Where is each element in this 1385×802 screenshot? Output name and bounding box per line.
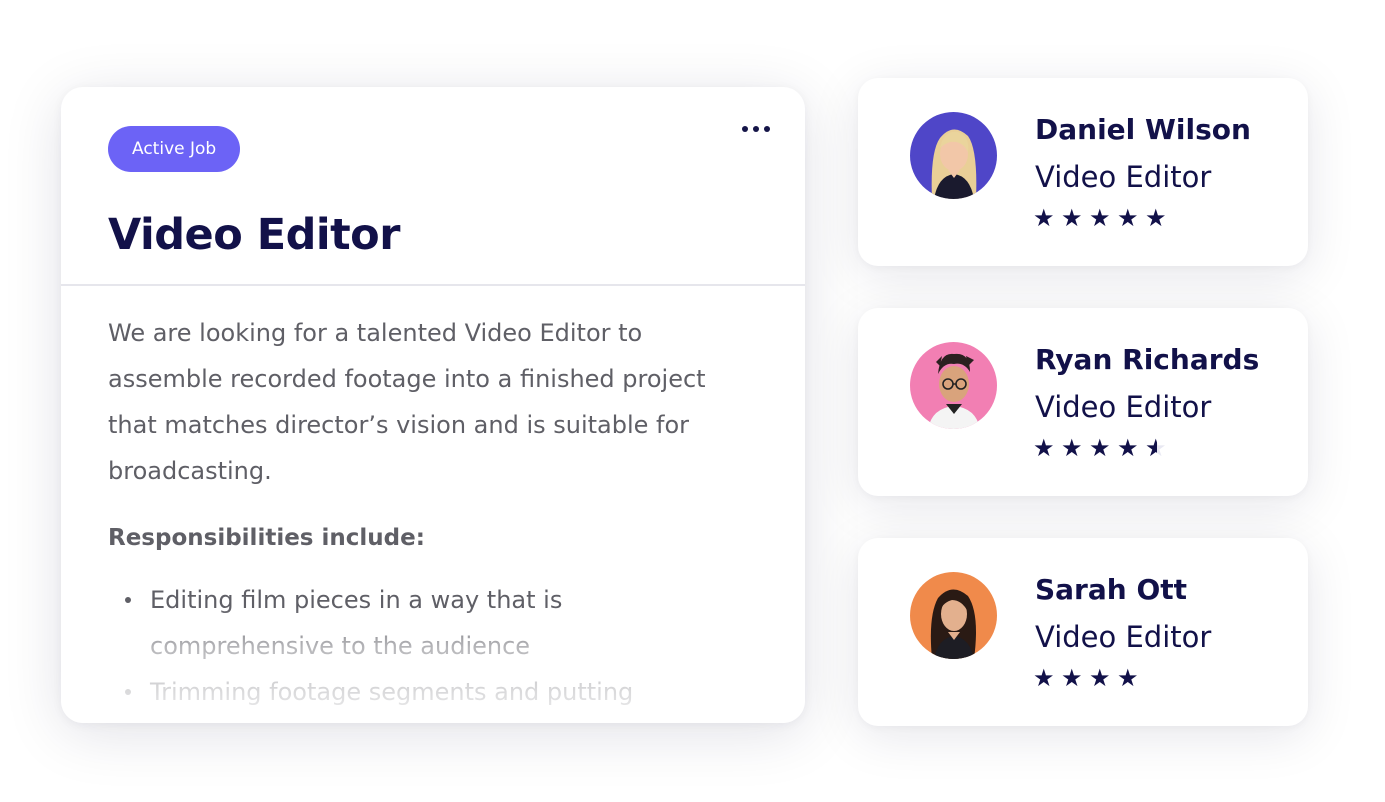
star-icon: ★ <box>1061 206 1085 230</box>
candidate-role: Video Editor <box>1035 620 1212 654</box>
star-rating: ★ ★ ★ ★ <box>1033 666 1141 696</box>
star-icon: ★ <box>1145 206 1169 230</box>
star-rating: ★ ★ ★ ★ ★ <box>1033 206 1169 236</box>
star-icon: ★ ★ <box>1145 436 1169 460</box>
star-icon: ★ <box>1033 436 1057 460</box>
list-item: Trimming footage segments and putting <box>108 669 748 715</box>
avatar <box>910 572 997 659</box>
more-horizontal-icon <box>742 126 748 132</box>
list-item: Editing film pieces in a way that is com… <box>108 577 748 669</box>
responsibilities-list: Editing film pieces in a way that is com… <box>108 577 748 715</box>
star-filled-part: ★ <box>1117 206 1139 230</box>
more-horizontal-icon-dot <box>753 126 759 132</box>
responsibility-text: Editing film pieces in a way that is com… <box>150 586 563 660</box>
job-description: We are looking for a talented Video Edit… <box>108 319 706 485</box>
star-icon: ★ <box>1061 436 1085 460</box>
star-filled-part: ★ <box>1033 666 1055 690</box>
job-card: Active Job Video Editor We are looking f… <box>61 87 805 723</box>
candidate-role: Video Editor <box>1035 160 1212 194</box>
avatar <box>910 112 997 199</box>
candidate-name: Sarah Ott <box>1035 573 1188 606</box>
star-rating: ★ ★ ★ ★ ★ ★ <box>1033 436 1169 466</box>
star-icon: ★ <box>1089 666 1113 690</box>
more-horizontal-icon-dot <box>764 126 770 132</box>
candidate-role: Video Editor <box>1035 390 1212 424</box>
bullet-icon <box>125 597 131 603</box>
more-options-button[interactable] <box>733 115 779 143</box>
star-icon: ★ <box>1061 666 1085 690</box>
avatar-image <box>910 342 997 429</box>
candidate-name: Daniel Wilson <box>1035 113 1251 146</box>
bullet-icon <box>125 689 131 695</box>
star-icon: ★ <box>1117 436 1141 460</box>
candidate-card[interactable]: Sarah Ott Video Editor ★ ★ ★ ★ <box>858 538 1308 726</box>
star-icon: ★ <box>1033 666 1057 690</box>
star-filled-part: ★ <box>1089 436 1111 460</box>
avatar-image <box>910 112 997 199</box>
avatar-image <box>910 572 997 659</box>
star-icon: ★ <box>1117 206 1141 230</box>
star-filled-part: ★ <box>1089 206 1111 230</box>
star-filled-part: ★ <box>1061 206 1083 230</box>
star-filled-part: ★ <box>1061 436 1083 460</box>
stage: Active Job Video Editor We are looking f… <box>0 0 1385 802</box>
star-filled-part: ★ <box>1061 666 1083 690</box>
avatar <box>910 342 997 429</box>
candidate-name: Ryan Richards <box>1035 343 1260 376</box>
star-filled-part: ★ <box>1145 206 1167 230</box>
star-icon: ★ <box>1033 206 1057 230</box>
divider <box>61 284 805 286</box>
responsibilities-heading: Responsibilities include: <box>108 525 425 551</box>
job-title: Video Editor <box>108 210 400 260</box>
responsibility-text: Trimming footage segments and putting <box>150 678 634 706</box>
star-filled-part: ★ <box>1145 436 1157 460</box>
star-icon: ★ <box>1117 666 1141 690</box>
star-icon: ★ <box>1089 436 1113 460</box>
star-filled-part: ★ <box>1117 436 1139 460</box>
star-filled-part: ★ <box>1033 436 1055 460</box>
star-filled-part: ★ <box>1089 666 1111 690</box>
star-icon: ★ <box>1089 206 1113 230</box>
star-filled-part: ★ <box>1117 666 1139 690</box>
candidate-card[interactable]: Daniel Wilson Video Editor ★ ★ ★ ★ ★ <box>858 78 1308 266</box>
active-job-badge: Active Job <box>108 126 241 172</box>
candidate-card[interactable]: Ryan Richards Video Editor ★ ★ ★ ★ ★ ★ <box>858 308 1308 496</box>
star-filled-part: ★ <box>1033 206 1055 230</box>
